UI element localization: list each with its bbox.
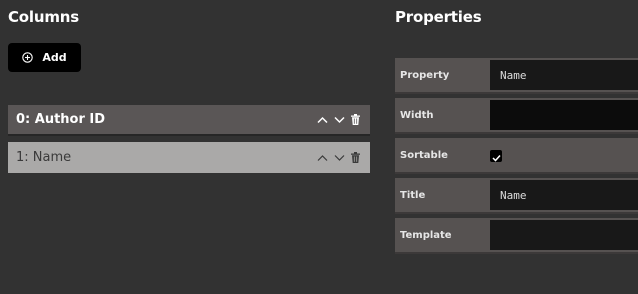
- trash-icon[interactable]: [351, 152, 360, 163]
- width-field[interactable]: [490, 100, 638, 130]
- column-row[interactable]: 0: Author ID: [8, 105, 370, 136]
- template-row: Template: [395, 218, 638, 254]
- chevron-up-icon[interactable]: [317, 154, 328, 162]
- plus-circle-icon: [22, 52, 34, 63]
- width-row: Width: [395, 98, 638, 134]
- add-button-label: Add: [42, 51, 67, 64]
- title-label: Title: [400, 189, 426, 201]
- sortable-row: Sortable: [395, 138, 638, 174]
- template-label: Template: [400, 229, 452, 241]
- chevron-down-icon[interactable]: [334, 154, 345, 162]
- template-field[interactable]: [490, 220, 638, 250]
- title-field[interactable]: Name: [490, 180, 638, 210]
- columns-title: Columns: [8, 8, 79, 26]
- sortable-checkbox[interactable]: [490, 150, 502, 162]
- property-label: Property: [400, 69, 450, 81]
- property-field[interactable]: Name: [490, 60, 638, 90]
- check-icon: [491, 147, 501, 166]
- properties-title: Properties: [395, 8, 482, 26]
- property-row: Property Name: [395, 58, 638, 94]
- title-row: Title Name: [395, 178, 638, 214]
- trash-icon[interactable]: [351, 114, 360, 125]
- width-label: Width: [400, 109, 434, 121]
- chevron-down-icon[interactable]: [334, 116, 345, 124]
- add-column-button[interactable]: Add: [8, 43, 81, 72]
- sortable-label: Sortable: [400, 149, 448, 161]
- column-row[interactable]: 1: Name: [8, 142, 370, 173]
- chevron-up-icon[interactable]: [317, 116, 328, 124]
- column-row-label: 1: Name: [16, 150, 72, 165]
- column-row-label: 0: Author ID: [16, 112, 106, 127]
